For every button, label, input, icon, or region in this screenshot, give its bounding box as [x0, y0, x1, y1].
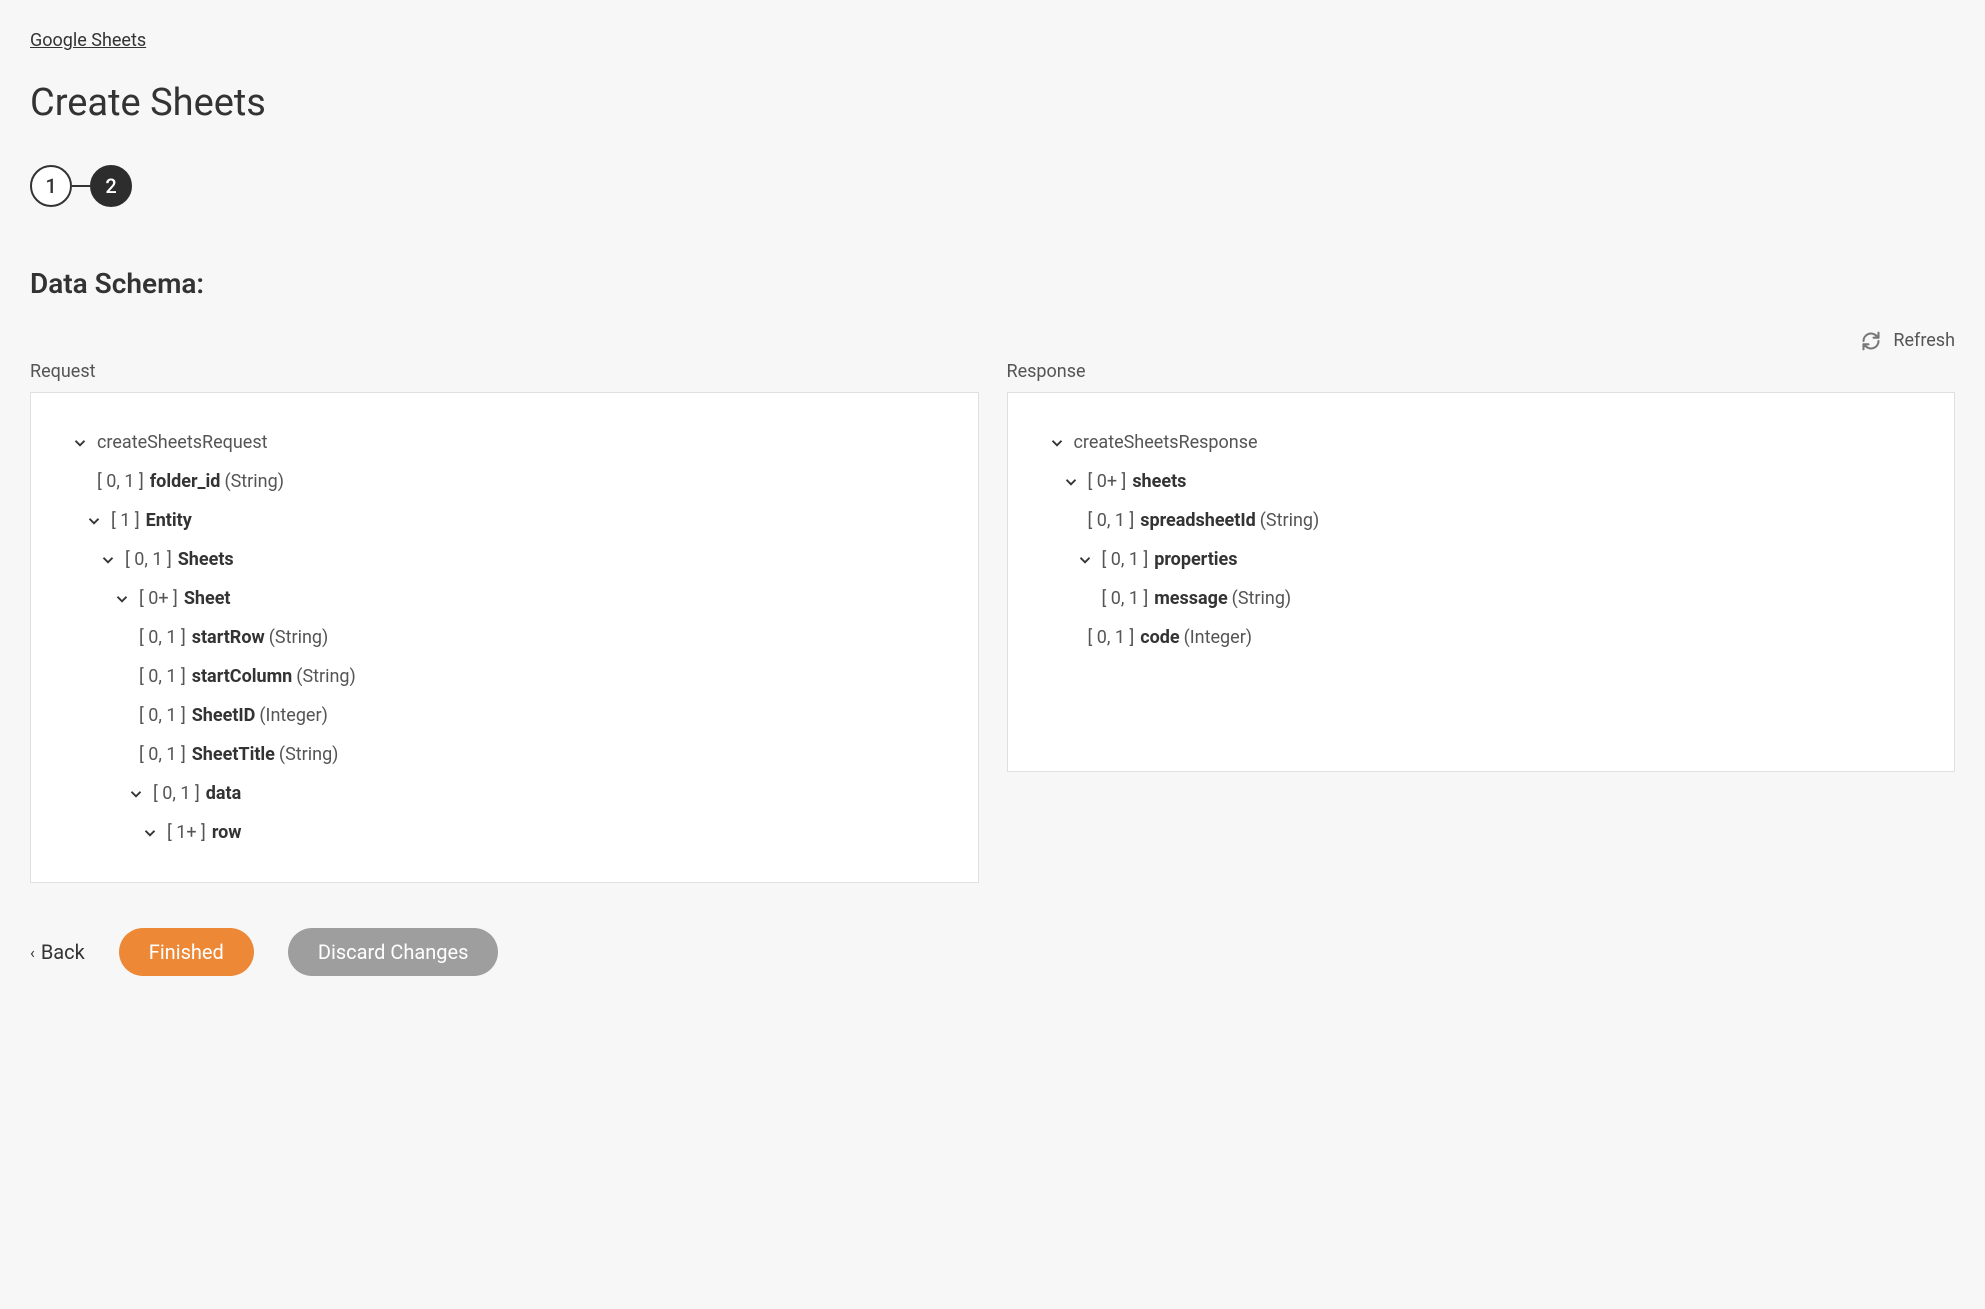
chevron-left-icon: ‹	[30, 943, 35, 962]
chevron-down-icon[interactable]	[113, 590, 131, 608]
chevron-down-icon[interactable]	[1048, 434, 1066, 452]
card: [ 0, 1 ]	[97, 468, 144, 495]
field-name: code	[1140, 624, 1179, 651]
response-label: Response	[1007, 361, 1956, 382]
chevron-down-icon[interactable]	[1076, 551, 1094, 569]
field-name: data	[206, 780, 242, 807]
field-type: (Integer)	[1184, 624, 1252, 651]
field-name: folder_id	[150, 468, 221, 495]
card: [ 1 ]	[111, 507, 140, 534]
field-type: (String)	[269, 624, 329, 651]
field-name: Sheets	[178, 546, 234, 573]
card: [ 0+ ]	[139, 585, 178, 612]
chevron-down-icon[interactable]	[99, 551, 117, 569]
field-name: message	[1154, 585, 1227, 612]
back-label: Back	[41, 940, 85, 964]
chevron-down-icon[interactable]	[127, 785, 145, 803]
card: [ 0, 1 ]	[1102, 585, 1149, 612]
finished-button[interactable]: Finished	[119, 928, 254, 976]
card: [ 0, 1 ]	[139, 741, 186, 768]
refresh-label: Refresh	[1893, 330, 1955, 351]
field-type: (String)	[296, 663, 356, 690]
back-button[interactable]: ‹ Back	[30, 940, 85, 964]
stepper: 1 2	[30, 165, 1955, 207]
card: [ 0, 1 ]	[125, 546, 172, 573]
chevron-down-icon[interactable]	[71, 434, 89, 452]
field-name: SheetID	[192, 702, 256, 729]
request-root: createSheetsRequest	[97, 429, 268, 456]
field-name: sheets	[1132, 468, 1186, 495]
page-title: Create Sheets	[30, 81, 1955, 125]
field-name: properties	[1154, 546, 1237, 573]
refresh-button[interactable]: Refresh	[1861, 330, 1955, 351]
step-connector	[72, 185, 90, 187]
response-panel: createSheetsResponse [ 0+ ] sheets [ 0, …	[1007, 392, 1956, 772]
field-name: startColumn	[192, 663, 293, 690]
field-type: (String)	[1232, 585, 1292, 612]
card: [ 0, 1 ]	[1088, 507, 1135, 534]
field-name: startRow	[192, 624, 265, 651]
field-name: spreadsheetId	[1140, 507, 1256, 534]
chevron-down-icon[interactable]	[141, 824, 159, 842]
field-type: (Integer)	[259, 702, 327, 729]
card: [ 0, 1 ]	[1088, 624, 1135, 651]
step-1[interactable]: 1	[30, 165, 72, 207]
card: [ 0, 1 ]	[139, 702, 186, 729]
request-label: Request	[30, 361, 979, 382]
field-name: SheetTitle	[192, 741, 275, 768]
field-name: Entity	[146, 507, 192, 534]
chevron-down-icon[interactable]	[1062, 473, 1080, 491]
section-title: Data Schema:	[30, 267, 1955, 300]
response-root: createSheetsResponse	[1074, 429, 1258, 456]
discard-button[interactable]: Discard Changes	[288, 928, 499, 976]
card: [ 0, 1 ]	[153, 780, 200, 807]
step-2[interactable]: 2	[90, 165, 132, 207]
field-type: (String)	[279, 741, 339, 768]
card: [ 0, 1 ]	[1102, 546, 1149, 573]
breadcrumb-link[interactable]: Google Sheets	[30, 30, 146, 51]
card: [ 0+ ]	[1088, 468, 1127, 495]
field-type: (String)	[224, 468, 284, 495]
card: [ 0, 1 ]	[139, 624, 186, 651]
card: [ 1+ ]	[167, 819, 206, 846]
request-panel: createSheetsRequest [ 0, 1 ] folder_id (…	[30, 392, 979, 883]
field-name: row	[212, 819, 242, 846]
field-name: Sheet	[184, 585, 231, 612]
field-type: (String)	[1260, 507, 1320, 534]
card: [ 0, 1 ]	[139, 663, 186, 690]
chevron-down-icon[interactable]	[85, 512, 103, 530]
refresh-icon	[1861, 331, 1881, 351]
